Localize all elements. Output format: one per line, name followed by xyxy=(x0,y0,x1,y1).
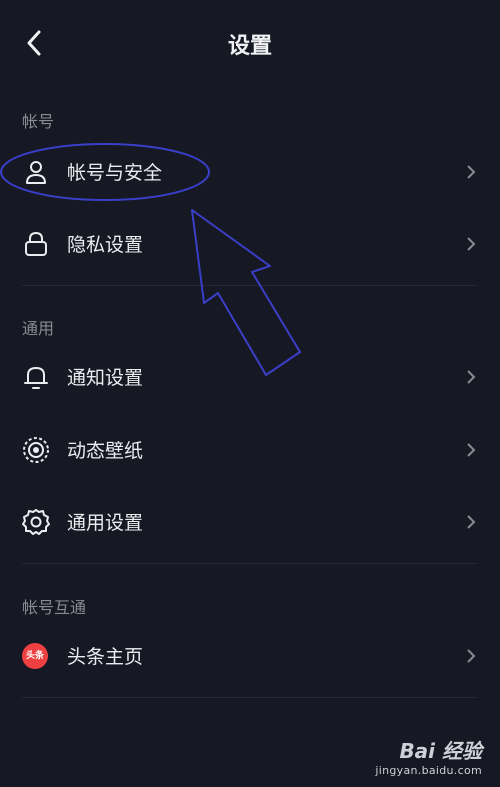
gear-icon xyxy=(22,509,50,535)
chevron-right-icon xyxy=(467,649,476,663)
row-label: 隐私设置 xyxy=(67,234,144,256)
watermark: Bai 经验 jingyan.baidu.com xyxy=(375,735,482,777)
section-label-general: 通用 xyxy=(22,319,55,338)
chevron-right-icon xyxy=(467,370,476,384)
chevron-right-icon xyxy=(467,443,476,457)
divider xyxy=(22,285,478,286)
divider xyxy=(22,563,478,564)
row-label: 通用设置 xyxy=(67,512,144,534)
row-label: 动态壁纸 xyxy=(67,440,144,462)
toutiao-logo-text: 头条 xyxy=(25,650,44,661)
lock-icon xyxy=(25,231,47,256)
row-label: 通知设置 xyxy=(67,367,144,389)
section-label-account-linking: 帐号互通 xyxy=(22,598,87,617)
row-general-settings[interactable]: 通用设置 xyxy=(0,490,500,554)
divider xyxy=(22,697,478,698)
row-privacy-settings[interactable]: 隐私设置 xyxy=(0,212,500,276)
header: 设置 xyxy=(0,0,500,88)
row-toutiao-homepage[interactable]: 头条 头条主页 xyxy=(0,624,500,688)
row-notification-settings[interactable]: 通知设置 xyxy=(0,345,500,409)
row-label: 头条主页 xyxy=(67,646,144,668)
row-label: 帐号与安全 xyxy=(67,162,163,184)
chevron-right-icon xyxy=(467,165,476,179)
user-icon xyxy=(26,161,46,184)
row-account-security[interactable]: 帐号与安全 xyxy=(0,140,500,204)
row-live-wallpaper[interactable]: 动态壁纸 xyxy=(0,418,500,482)
chevron-right-icon xyxy=(467,237,476,251)
chevron-right-icon xyxy=(467,515,476,529)
page-title: 设置 xyxy=(227,34,272,59)
bell-icon xyxy=(24,367,48,389)
watermark-brand: Bai 经验 xyxy=(399,739,482,763)
live-wallpaper-icon xyxy=(23,437,49,463)
toutiao-logo-icon: 头条 xyxy=(22,643,48,669)
section-label-account: 帐号 xyxy=(22,112,55,131)
watermark-site: jingyan.baidu.com xyxy=(375,764,482,777)
